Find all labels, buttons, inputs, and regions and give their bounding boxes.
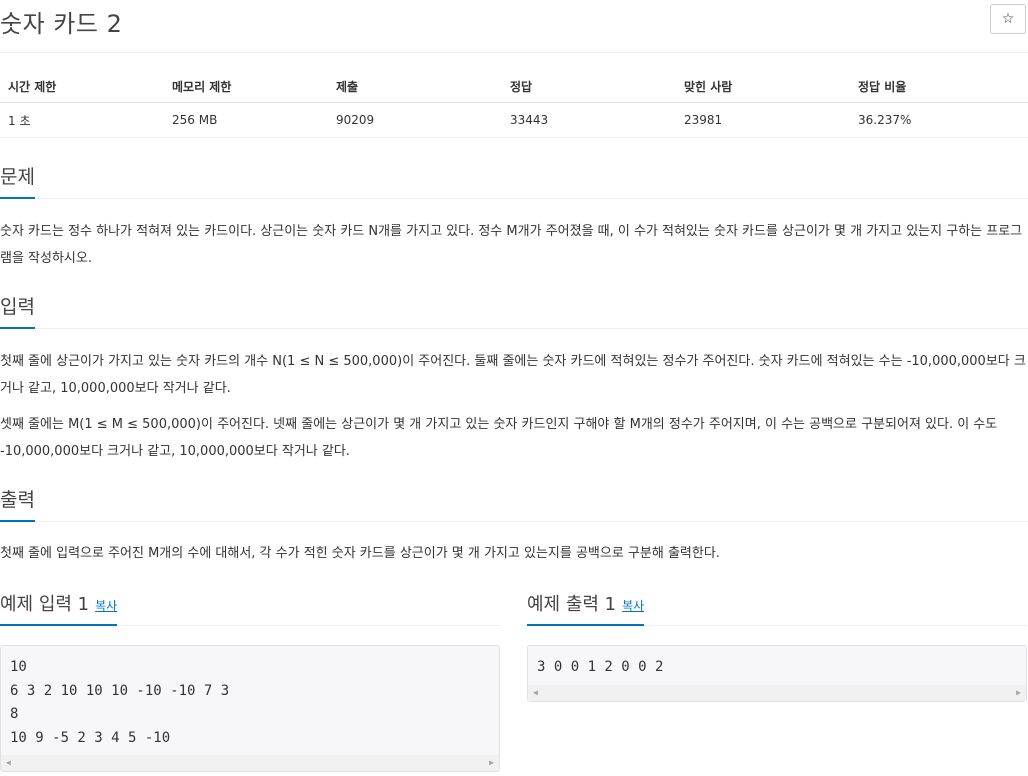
problem-description: 숫자 카드는 정수 하나가 적혀져 있는 카드이다. 상근이는 숫자 카드 N개… [0, 224, 1023, 266]
problem-info-table: 시간 제한 메모리 제한 제출 정답 맞힌 사람 정답 비율 1 초 256 M… [0, 70, 1028, 138]
example-output-title-wrap: 예제 출력 1 복사 [527, 590, 645, 626]
copy-input-link[interactable]: 복사 [95, 599, 117, 613]
scroll-left-icon[interactable]: ◀ [533, 688, 538, 697]
copy-output-link[interactable]: 복사 [622, 599, 644, 613]
example-input-scrollbar[interactable]: ◀ ▶ [1, 755, 499, 771]
star-icon: ☆ [1001, 11, 1015, 27]
info-value-row: 1 초 256 MB 90209 33443 23981 36.237% [0, 102, 1028, 138]
example-output-scrollbar[interactable]: ◀ ▶ [528, 685, 1026, 701]
header-accepted: 정답 [502, 70, 676, 103]
output-heading: 출력 [0, 485, 35, 522]
value-solvers: 23981 [676, 102, 850, 138]
header-submissions: 제출 [328, 70, 502, 103]
scroll-right-icon[interactable]: ▶ [1016, 688, 1021, 697]
value-accepted: 33443 [502, 102, 676, 138]
info-header-row: 시간 제한 메모리 제한 제출 정답 맞힌 사람 정답 비율 [0, 70, 1028, 103]
input-section-header: 입력 [0, 292, 1028, 329]
example-input-header: 예제 입력 1 복사 [0, 590, 500, 626]
example-output-content: 3 0 0 1 2 0 0 2 [537, 659, 664, 675]
output-section-header: 출력 [0, 485, 1028, 522]
value-memory-limit: 256 MB [164, 102, 328, 138]
problem-heading: 문제 [0, 162, 35, 199]
header-solvers: 맞힌 사람 [676, 70, 850, 103]
example-output-header: 예제 출력 1 복사 [527, 590, 1027, 626]
value-time-limit: 1 초 [0, 102, 164, 138]
example-output-box[interactable]: 3 0 0 1 2 0 0 2 ◀ ▶ [527, 645, 1027, 702]
favorite-star-button[interactable]: ☆ [990, 4, 1026, 34]
input-description-1: 첫째 줄에 상근이가 가지고 있는 숫자 카드의 개수 N(1 ≤ N ≤ 50… [0, 354, 1026, 396]
example-input-title: 예제 입력 1 [0, 594, 90, 615]
example-input-content: 10 6 3 2 10 10 10 -10 -10 7 3 8 10 9 -5 … [10, 659, 230, 746]
header-memory-limit: 메모리 제한 [164, 70, 328, 103]
value-submissions: 90209 [328, 102, 502, 138]
example-input-box[interactable]: 10 6 3 2 10 10 10 -10 -10 7 3 8 10 9 -5 … [0, 645, 500, 772]
header-time-limit: 시간 제한 [0, 70, 164, 103]
input-heading: 입력 [0, 292, 35, 329]
value-ratio: 36.237% [850, 102, 1028, 138]
header-ratio: 정답 비율 [850, 70, 1028, 103]
example-output-title: 예제 출력 1 [527, 594, 617, 615]
output-description: 첫째 줄에 입력으로 주어진 M개의 수에 대해서, 각 수가 적힌 숫자 카드… [0, 546, 720, 561]
scroll-left-icon[interactable]: ◀ [6, 758, 11, 767]
title-row: 숫자 카드 2 ☆ [0, 0, 1028, 53]
page-title: 숫자 카드 2 [0, 10, 123, 38]
scroll-right-icon[interactable]: ▶ [489, 758, 494, 767]
problem-section-header: 문제 [0, 162, 1028, 199]
input-description-2: 셋째 줄에는 M(1 ≤ M ≤ 500,000)이 주어진다. 넷째 줄에는 … [0, 417, 998, 459]
example-input-title-wrap: 예제 입력 1 복사 [0, 590, 118, 626]
